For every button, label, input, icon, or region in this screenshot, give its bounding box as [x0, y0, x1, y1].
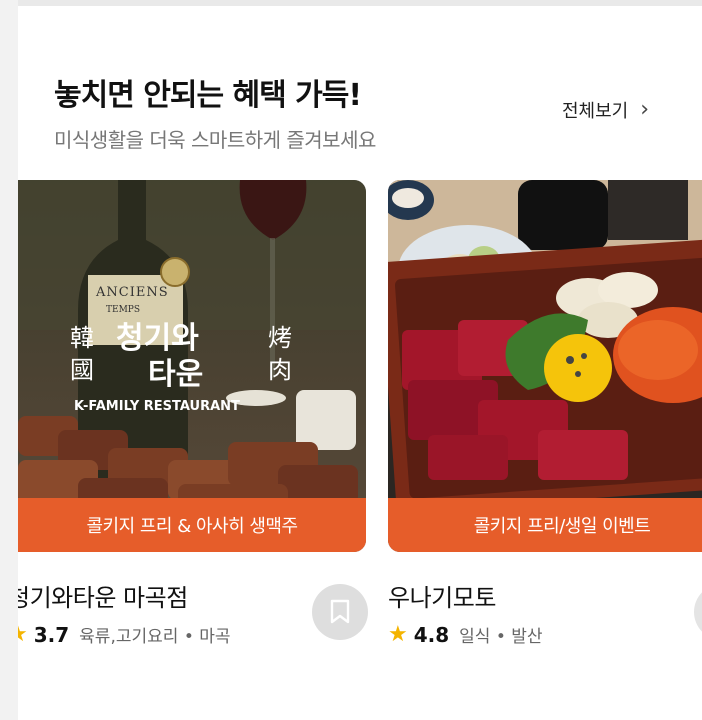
rating-value: 3.7 [33, 622, 70, 647]
restaurant-photo [388, 180, 702, 552]
restaurant-card[interactable]: 콜키지 프리/생일 이벤트 우나기모토 ★ 4.8 일식 • 발산 [388, 180, 702, 647]
promo-banner: 콜키지 프리 & 아사히 생맥주 [18, 498, 366, 552]
star-icon: ★ [18, 622, 28, 647]
section-header: 놓치면 안되는 혜택 가득! 미식생활을 더욱 스마트하게 즐겨보세요 [54, 70, 376, 153]
hanja-text: 烤 [268, 324, 292, 352]
section-title: 놓치면 안되는 혜택 가득! [54, 78, 362, 113]
restaurant-meta: ★ 3.7 육류,고기요리 • 마곡 [18, 622, 231, 647]
bottle-label: ANCIENS [95, 285, 169, 300]
restaurant-carousel[interactable]: ANCIENS TEMPS 韓 國 烤 肉 청기와 타운 K-FAMILY RE… [18, 180, 702, 720]
category-text: 일식 • 발산 [459, 627, 543, 647]
restaurant-name[interactable]: 청기와타운 마곡점 [18, 578, 188, 613]
brand-text: 타운 [148, 357, 203, 392]
bookmark-button[interactable] [694, 584, 702, 640]
restaurant-image[interactable]: 콜키지 프리/생일 이벤트 [388, 180, 702, 552]
chevron-right-icon: › [640, 97, 650, 122]
bookmark-icon [330, 599, 350, 624]
hanja-text: 國 [70, 356, 94, 384]
restaurant-meta: ★ 4.8 일식 • 발산 [388, 622, 543, 647]
rating-value: 4.8 [413, 622, 450, 647]
restaurant-name[interactable]: 우나기모토 [388, 578, 496, 613]
top-divider [0, 0, 702, 6]
restaurant-card[interactable]: ANCIENS TEMPS 韓 國 烤 肉 청기와 타운 K-FAMILY RE… [18, 180, 368, 647]
see-all-link[interactable]: 전체보기 › [562, 97, 649, 123]
category-text: 육류,고기요리 • 마곡 [79, 627, 231, 647]
promo-banner: 콜키지 프리/생일 이벤트 [388, 498, 702, 552]
tagline-text: K-FAMILY RESTAURANT [74, 399, 240, 414]
star-icon: ★ [388, 622, 408, 647]
left-edge [0, 0, 18, 720]
bookmark-button[interactable] [312, 584, 368, 640]
see-all-label: 전체보기 [562, 101, 629, 122]
section-subtitle: 미식생활을 더욱 스마트하게 즐겨보세요 [54, 128, 376, 152]
restaurant-image[interactable]: ANCIENS TEMPS 韓 國 烤 肉 청기와 타운 K-FAMILY RE… [18, 180, 366, 552]
hanja-text: 肉 [268, 356, 292, 384]
hanja-text: 韓 [70, 324, 94, 352]
brand-text: 청기와 [116, 321, 199, 356]
restaurant-photo: ANCIENS TEMPS 韓 國 烤 肉 청기와 타운 K-FAMILY RE… [18, 180, 366, 552]
bottle-sub: TEMPS [106, 305, 140, 315]
